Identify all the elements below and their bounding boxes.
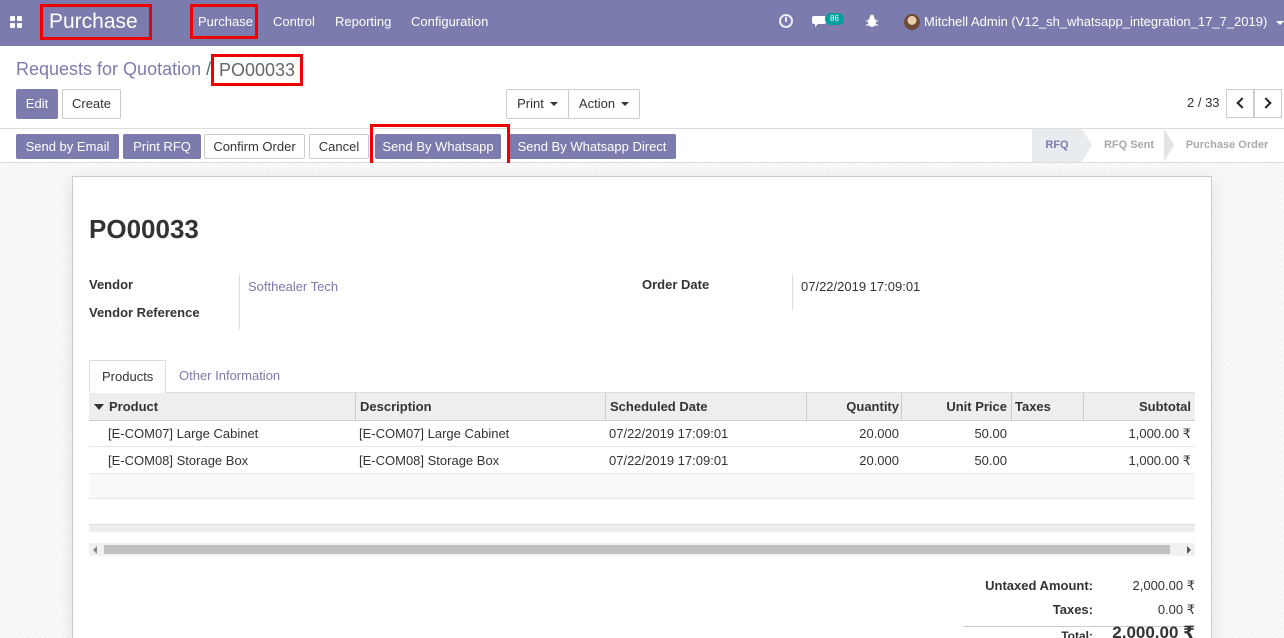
table-row[interactable]: [E-COM08] Storage Box [E-COM08] Storage … <box>89 448 1195 474</box>
send-by-whatsapp-direct-button[interactable]: Send By Whatsapp Direct <box>508 134 676 159</box>
cell-scheduled-date: 07/22/2019 17:09:01 <box>609 453 729 468</box>
chevron-left-icon <box>1236 97 1248 109</box>
vendor-label: Vendor <box>89 277 134 292</box>
cell-scheduled-date: 07/22/2019 17:09:01 <box>609 426 729 441</box>
order-date-label: Order Date <box>642 277 710 292</box>
edit-button[interactable]: Edit <box>16 89 58 119</box>
sort-caret-icon[interactable] <box>94 404 104 410</box>
scroll-left-icon[interactable] <box>93 546 97 554</box>
breadcrumb-parent-link[interactable]: Requests for Quotation <box>16 59 201 79</box>
chevron-right-icon <box>1260 97 1272 109</box>
cell-description: [E-COM08] Storage Box <box>359 453 500 468</box>
vendor-field[interactable]: Softhealer Tech <box>248 279 338 294</box>
chevron-down-icon[interactable] <box>1276 21 1284 25</box>
cancel-button[interactable]: Cancel <box>309 134 369 159</box>
col-subtotal[interactable]: Subtotal <box>1087 393 1191 421</box>
caret-down-icon <box>549 101 558 106</box>
order-date-field[interactable]: 07/22/2019 17:09:01 <box>801 279 920 294</box>
bug-icon[interactable] <box>866 14 878 28</box>
untaxed-amount-label: Untaxed Amount: <box>985 578 1093 593</box>
print-rfq-button[interactable]: Print RFQ <box>123 134 201 159</box>
cell-unit-price: 50.00 <box>974 453 1007 468</box>
col-product[interactable]: Product <box>109 393 158 421</box>
action-dropdown[interactable]: Action <box>568 89 640 119</box>
status-bar: Send by Email Print RFQ Confirm Order Ca… <box>0 128 1284 163</box>
taxes-value: 0.00 ₹ <box>1157 602 1195 617</box>
user-avatar[interactable] <box>904 14 920 30</box>
table-row[interactable]: [E-COM07] Large Cabinet [E-COM07] Large … <box>89 421 1195 447</box>
col-taxes[interactable]: Taxes <box>1015 393 1051 421</box>
col-description[interactable]: Description <box>360 393 432 421</box>
top-navbar: Purchase Purchase Control Reporting Conf… <box>0 0 1284 46</box>
menu-configuration[interactable]: Configuration <box>411 0 488 46</box>
menu-purchase[interactable]: Purchase <box>190 4 258 39</box>
cell-description: [E-COM07] Large Cabinet <box>359 426 510 441</box>
tab-other-information[interactable]: Other Information <box>167 360 292 393</box>
order-lines-header: Product Description Scheduled Date Quant… <box>89 393 1195 421</box>
cell-unit-price: 50.00 <box>974 426 1007 441</box>
col-quantity[interactable]: Quantity <box>811 393 899 421</box>
message-count-badge: 86 <box>825 13 844 25</box>
pager-value: 2 / 33 <box>1187 95 1220 110</box>
stage-purchase-order[interactable]: Purchase Order <box>1176 129 1278 162</box>
stage-rfq[interactable]: RFQ <box>1032 129 1082 162</box>
whatsapp-highlight-box <box>370 124 510 167</box>
cell-quantity: 20.000 <box>859 426 899 441</box>
cell-subtotal: 1,000.00 ₹ <box>1128 453 1192 468</box>
print-label: Print <box>517 96 544 111</box>
user-menu[interactable]: Mitchell Admin (V12_sh_whatsapp_integrat… <box>924 0 1267 44</box>
col-unit-price[interactable]: Unit Price <box>906 393 1007 421</box>
menu-control[interactable]: Control <box>273 0 315 46</box>
stage-rfq-sent[interactable]: RFQ Sent <box>1094 129 1164 162</box>
menu-reporting[interactable]: Reporting <box>335 0 391 46</box>
breadcrumb: Requests for Quotation / <box>16 57 211 81</box>
vendor-reference-label: Vendor Reference <box>89 305 200 320</box>
empty-row[interactable] <box>89 474 1195 499</box>
pager-next-button[interactable] <box>1254 89 1282 118</box>
scrollbar-thumb[interactable] <box>104 545 1170 554</box>
taxes-label: Taxes: <box>1052 602 1093 617</box>
confirm-order-button[interactable]: Confirm Order <box>204 134 305 159</box>
cell-product: [E-COM07] Large Cabinet <box>108 426 259 441</box>
action-label: Action <box>578 96 616 111</box>
print-dropdown[interactable]: Print <box>506 89 569 119</box>
caret-down-icon <box>621 101 630 106</box>
untaxed-amount-value: 2,000.00 ₹ <box>1132 578 1196 593</box>
breadcrumb-current: PO00033 <box>211 54 303 86</box>
table-footer <box>89 524 1195 532</box>
send-by-email-button[interactable]: Send by Email <box>16 134 119 159</box>
cell-product: [E-COM08] Storage Box <box>108 453 249 468</box>
total-value: 2,000.00 ₹ <box>1112 623 1195 638</box>
apps-grid-icon[interactable] <box>10 16 22 28</box>
horizontal-scrollbar[interactable] <box>89 543 1195 556</box>
create-button[interactable]: Create <box>62 89 121 119</box>
clock-icon[interactable] <box>779 14 793 28</box>
cell-quantity: 20.000 <box>859 453 899 468</box>
app-brand[interactable]: Purchase <box>40 4 152 40</box>
pager-previous-button[interactable] <box>1226 89 1254 118</box>
record-title: PO00033 <box>89 214 199 244</box>
scroll-right-icon[interactable] <box>1187 546 1191 554</box>
col-scheduled-date[interactable]: Scheduled Date <box>610 393 708 421</box>
cell-subtotal: 1,000.00 ₹ <box>1128 426 1192 441</box>
tab-products[interactable]: Products <box>89 360 167 393</box>
